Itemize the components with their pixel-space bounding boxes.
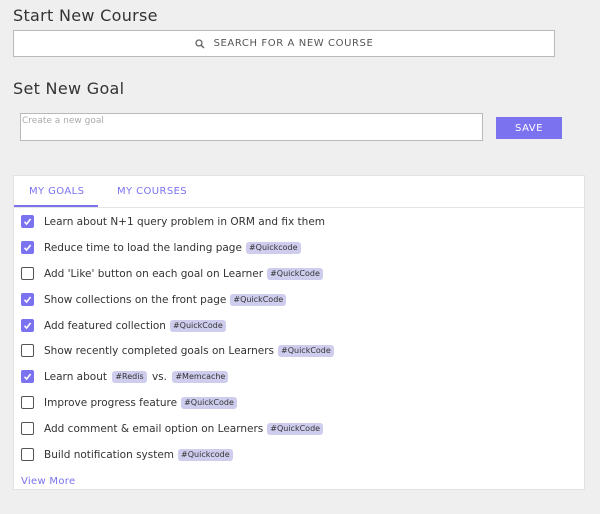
search-placeholder: SEARCH FOR A NEW COURSE [213, 38, 374, 49]
checkmark-icon [23, 218, 32, 226]
goal-tag[interactable]: #Quickcode [178, 449, 233, 462]
goal-checkbox[interactable] [21, 344, 34, 358]
goal-text: Reduce time to load the landing page #Qui… [44, 241, 301, 254]
checkmark-icon [23, 322, 32, 329]
checkmark-icon [23, 373, 32, 381]
goal-label: Build notification system [44, 449, 175, 462]
tab-my-goals[interactable]: MY GOALS [29, 186, 84, 197]
goal-text: Build notification system #Quickcode [44, 449, 233, 462]
goal-item: Learn about N+1 query problem in ORM and… [21, 215, 334, 242]
goal-tag[interactable]: #Memcache [172, 371, 229, 384]
start-course-title: Start New Course [13, 6, 158, 25]
goal-text: Learn about #Redis vs. #Memcache [44, 371, 230, 384]
goal-label: Add 'Like' button on each goal on Learne… [44, 267, 264, 280]
active-tab-indicator [14, 205, 98, 207]
goal-item: Add 'Like' button on each goal on Learne… [21, 266, 334, 294]
save-button[interactable]: SAVE [496, 117, 562, 139]
goal-checkbox[interactable] [21, 240, 34, 254]
goal-checkbox[interactable] [21, 266, 34, 280]
goal-item: Improve progress feature #QuickCode [21, 396, 334, 423]
goal-text-part: vs. [151, 371, 167, 384]
goal-item: Add comment & email option on Learners #Q… [21, 422, 334, 449]
goal-tag[interactable]: #QuickCode [267, 423, 324, 436]
goal-text: Learn about N+1 query problem in ORM and… [44, 216, 325, 228]
goal-text: Show recently completed goals on Learner… [44, 345, 334, 358]
tab-bar: MY GOALS MY COURSES [14, 176, 584, 208]
goal-text: Add featured collection #QuickCode [44, 319, 226, 332]
goal-text-part: Learn about [44, 371, 107, 384]
goal-item: Learn about #Redis vs. #Memcache [21, 370, 334, 397]
goal-text: Add 'Like' button on each goal on Learne… [44, 267, 323, 280]
goal-text: Improve progress feature #QuickCode [44, 397, 237, 410]
goal-label: Learn about N+1 query problem in ORM and… [44, 216, 326, 228]
new-goal-input[interactable] [20, 113, 483, 141]
goal-text: Show collections on the front page #Quick… [44, 293, 287, 306]
tab-my-courses[interactable]: MY COURSES [117, 186, 187, 197]
view-more-link[interactable]: View More [21, 476, 75, 487]
goal-tag[interactable]: #QuickCode [267, 267, 323, 280]
checkmark-icon [23, 296, 32, 303]
goal-label: Add featured collection [44, 319, 166, 332]
checkmark-icon [23, 244, 32, 252]
goal-checkbox[interactable] [21, 292, 34, 306]
goal-label: Reduce time to load the landing page [44, 241, 242, 254]
set-goal-title: Set New Goal [13, 79, 125, 98]
goal-item: Show recently completed goals on Learner… [21, 344, 334, 371]
goal-text: Add comment & email option on Learners #Q… [44, 423, 324, 436]
goal-tag[interactable]: #QuickCode [181, 397, 237, 410]
goal-label: Show recently completed goals on Learner… [44, 345, 274, 358]
goals-panel: MY GOALS MY COURSES Learn about N+1 quer… [13, 175, 585, 490]
goal-label: Add comment & email option on Learners [44, 423, 264, 436]
goal-checkbox[interactable] [21, 215, 34, 228]
goal-tag[interactable]: #QuickCode [230, 293, 287, 306]
goal-list: Learn about N+1 query problem in ORM and… [21, 215, 334, 475]
goal-item: Build notification system #Quickcode [21, 448, 334, 475]
goal-tag[interactable]: #Quickcode [245, 241, 301, 254]
goal-checkbox[interactable] [21, 396, 34, 410]
search-icon [194, 38, 205, 48]
goal-item: Add featured collection #QuickCode [21, 318, 334, 346]
goal-checkbox[interactable] [21, 422, 34, 436]
goal-checkbox[interactable] [21, 370, 34, 384]
goal-label: Show collections on the front page [44, 293, 227, 306]
goal-checkbox[interactable] [21, 318, 34, 332]
goal-item: Show collections on the front page #Quick… [21, 292, 334, 320]
goal-tag[interactable]: #QuickCode [278, 345, 334, 358]
goal-checkbox[interactable] [21, 448, 34, 462]
goal-label: Improve progress feature [44, 397, 178, 410]
goal-tag[interactable]: #Redis [112, 371, 147, 384]
goal-tag[interactable]: #QuickCode [169, 319, 226, 332]
goal-item: Reduce time to load the landing page #Qui… [21, 240, 334, 268]
course-search-box[interactable]: SEARCH FOR A NEW COURSE [13, 30, 555, 57]
